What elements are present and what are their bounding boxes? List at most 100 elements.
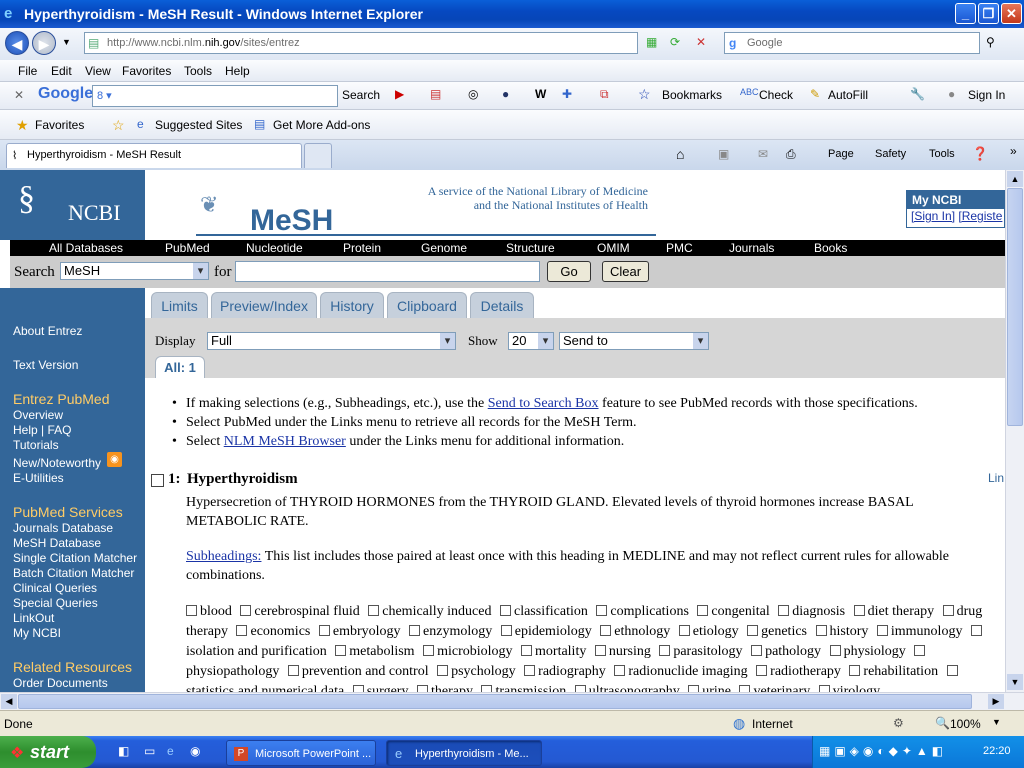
subheading-checkbox[interactable] (756, 665, 768, 676)
subheading-option[interactable]: ultrasonography (574, 684, 680, 692)
special-queries-link[interactable]: Special Queries (13, 596, 98, 610)
overview-link[interactable]: Overview (13, 408, 63, 422)
page-menu[interactable]: Page (828, 148, 854, 160)
zoom-dropdown-icon[interactable]: ▼ (992, 717, 1001, 727)
home-icon[interactable]: ⌂ (676, 146, 684, 162)
refresh-icon[interactable]: ⟳ (670, 35, 680, 49)
subheading-checkbox[interactable] (739, 685, 751, 692)
subheading-option[interactable]: genetics (747, 624, 807, 639)
text-version-link[interactable]: Text Version (13, 358, 78, 372)
subheading-checkbox[interactable] (614, 665, 626, 676)
tab-limits[interactable]: Limits (151, 292, 208, 318)
about-entrez-link[interactable]: About Entrez (13, 324, 82, 338)
my-ncbi-link[interactable]: My NCBI (13, 626, 61, 640)
subheading-option[interactable]: prevention and control (287, 664, 429, 679)
sign-in-button[interactable]: Sign In (968, 88, 1005, 102)
go-button[interactable]: Go (547, 261, 591, 282)
subheading-checkbox[interactable] (236, 625, 248, 636)
tutorials-link[interactable]: Tutorials (13, 438, 59, 452)
subheading-option[interactable]: parasitology (659, 644, 743, 659)
nav-pmc[interactable]: PMC (666, 241, 693, 255)
nav-structure[interactable]: Structure (506, 241, 555, 255)
subheading-checkbox[interactable] (500, 625, 512, 636)
browser-tab-active[interactable]: Hyperthyroidism - MeSH Result (6, 143, 302, 168)
send-to-search-box-link[interactable]: Send to Search Box (488, 396, 599, 411)
stop-icon[interactable]: ✕ (696, 35, 706, 49)
nav-genome[interactable]: Genome (421, 241, 467, 255)
tray-icons[interactable]: ▦▣◈◉◐◆✦▲◧ (819, 744, 947, 758)
subheading-option[interactable]: mortality (521, 644, 586, 659)
clock[interactable]: 22:20 (983, 745, 1011, 757)
menu-favorites[interactable]: Favorites (122, 64, 171, 78)
subheading-checkbox[interactable] (678, 625, 690, 636)
compat-view-icon[interactable]: ▦ (646, 35, 657, 49)
subheading-checkbox[interactable] (751, 645, 763, 656)
subheading-checkbox[interactable] (335, 645, 347, 656)
subheadings-link[interactable]: Subheadings: (186, 549, 261, 564)
nav-protein[interactable]: Protein (343, 241, 381, 255)
subheading-option[interactable]: metabolism (335, 644, 415, 659)
nav-books[interactable]: Books (814, 241, 847, 255)
term-input[interactable] (235, 261, 540, 282)
search-icon[interactable]: ⚲ (986, 35, 995, 49)
back-button[interactable]: ◀ (5, 31, 29, 55)
subheading-checkbox[interactable] (829, 645, 841, 656)
quicklaunch-icon-1[interactable]: ◧ (118, 744, 129, 758)
horizontal-scroll-thumb[interactable] (18, 694, 972, 709)
subheading-checkbox[interactable] (287, 665, 299, 676)
globe-icon[interactable]: ● (502, 87, 509, 101)
mesh-database-link[interactable]: MeSH Database (13, 536, 101, 550)
autofill-button[interactable]: AutoFill (828, 88, 868, 102)
scroll-up-icon[interactable]: ▲ (1007, 171, 1023, 187)
mail-icon[interactable]: ✉ (758, 147, 768, 161)
subheading-checkbox[interactable] (688, 685, 700, 692)
single-citation-link[interactable]: Single Citation Matcher (13, 551, 137, 565)
quicklaunch-icon-2[interactable]: ▭ (144, 744, 155, 758)
subheading-option[interactable]: ethnology (600, 624, 670, 639)
subheading-option[interactable]: enzymology (409, 624, 492, 639)
maximize-button[interactable]: ❐ (978, 3, 999, 24)
scroll-right-icon[interactable]: ▶ (988, 694, 1004, 709)
batch-citation-link[interactable]: Batch Citation Matcher (13, 566, 134, 580)
clear-button[interactable]: Clear (602, 261, 649, 282)
subheading-checkbox[interactable] (849, 665, 861, 676)
scroll-left-icon[interactable]: ◀ (1, 694, 17, 709)
subheading-checkbox[interactable] (818, 685, 830, 692)
subheading-checkbox[interactable] (942, 605, 954, 616)
task-powerpoint[interactable]: Microsoft PowerPoint ... (226, 740, 376, 766)
protected-mode-icon[interactable]: ⚙ (893, 716, 904, 730)
nav-journals[interactable]: Journals (729, 241, 774, 255)
wrench-icon[interactable]: 🔧 (910, 87, 925, 101)
google-search-button[interactable]: Search (342, 88, 380, 102)
subheading-checkbox[interactable] (946, 665, 958, 676)
help-icon[interactable]: ❓ (972, 146, 988, 162)
help-faq-link[interactable]: Help | FAQ (13, 423, 71, 437)
clinical-queries-link[interactable]: Clinical Queries (13, 581, 97, 595)
subheading-option[interactable]: congenital (697, 604, 770, 619)
subheading-option[interactable]: epidemiology (500, 624, 592, 639)
nlm-mesh-browser-link[interactable]: NLM MeSH Browser (224, 434, 346, 449)
subheading-option[interactable]: radionuclide imaging (614, 664, 748, 679)
nav-all-databases[interactable]: All Databases (49, 241, 123, 255)
subheading-checkbox[interactable] (970, 625, 982, 636)
subheading-option[interactable]: chemically induced (368, 604, 491, 619)
menu-file[interactable]: File (18, 64, 37, 78)
history-dropdown-icon[interactable]: ▼ (62, 37, 71, 47)
tab-preview-index[interactable]: Preview/Index (211, 292, 317, 318)
subheading-checkbox[interactable] (815, 625, 827, 636)
subheading-option[interactable]: microbiology (423, 644, 513, 659)
menu-help[interactable]: Help (225, 64, 250, 78)
subheading-checkbox[interactable] (318, 625, 330, 636)
ncbi-logo-area[interactable]: § NCBI (0, 170, 145, 240)
translate-icon[interactable]: ⧉ (600, 87, 609, 102)
scroll-down-icon[interactable]: ▼ (1007, 674, 1023, 690)
journals-database-link[interactable]: Journals Database (13, 521, 113, 535)
rss-icon[interactable]: ◉ (107, 452, 122, 467)
subheading-checkbox[interactable] (594, 645, 606, 656)
menu-edit[interactable]: Edit (51, 64, 72, 78)
new-noteworthy-link[interactable]: New/Noteworthy (13, 456, 101, 470)
subheading-checkbox[interactable] (659, 645, 671, 656)
subheading-checkbox[interactable] (876, 625, 888, 636)
tab-details[interactable]: Details (470, 292, 534, 318)
subheading-checkbox[interactable] (600, 625, 612, 636)
